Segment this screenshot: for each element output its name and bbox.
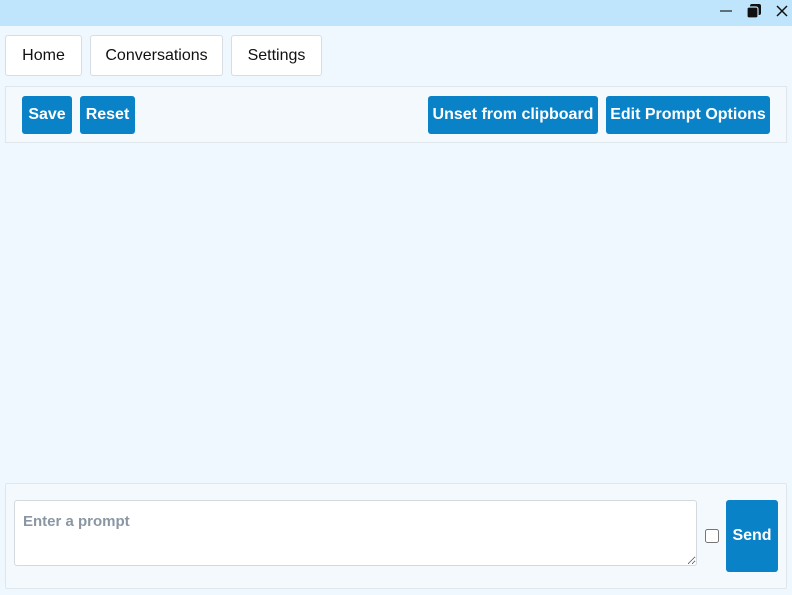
prompt-checkbox[interactable] [705,529,719,543]
prompt-input[interactable] [14,500,697,566]
tab-home[interactable]: Home [5,35,82,76]
tab-settings[interactable]: Settings [231,35,322,76]
title-bar [0,0,792,26]
prompt-panel: Send [5,483,787,589]
minimize-button[interactable] [714,0,738,26]
unset-from-clipboard-button[interactable]: Unset from clipboard [428,96,598,134]
edit-prompt-options-button[interactable]: Edit Prompt Options [606,96,770,134]
toolbar: Save Reset Unset from clipboard Edit Pro… [5,86,787,143]
close-icon [775,4,789,23]
restore-button[interactable] [742,0,766,26]
reset-button[interactable]: Reset [80,96,135,134]
send-button[interactable]: Send [726,500,778,572]
restore-icon [746,3,762,24]
tab-bar: Home Conversations Settings [5,35,322,76]
conversation-area [5,145,787,480]
close-button[interactable] [770,0,792,26]
tab-conversations[interactable]: Conversations [90,35,223,76]
save-button[interactable]: Save [22,96,72,134]
minimize-icon [719,4,733,23]
